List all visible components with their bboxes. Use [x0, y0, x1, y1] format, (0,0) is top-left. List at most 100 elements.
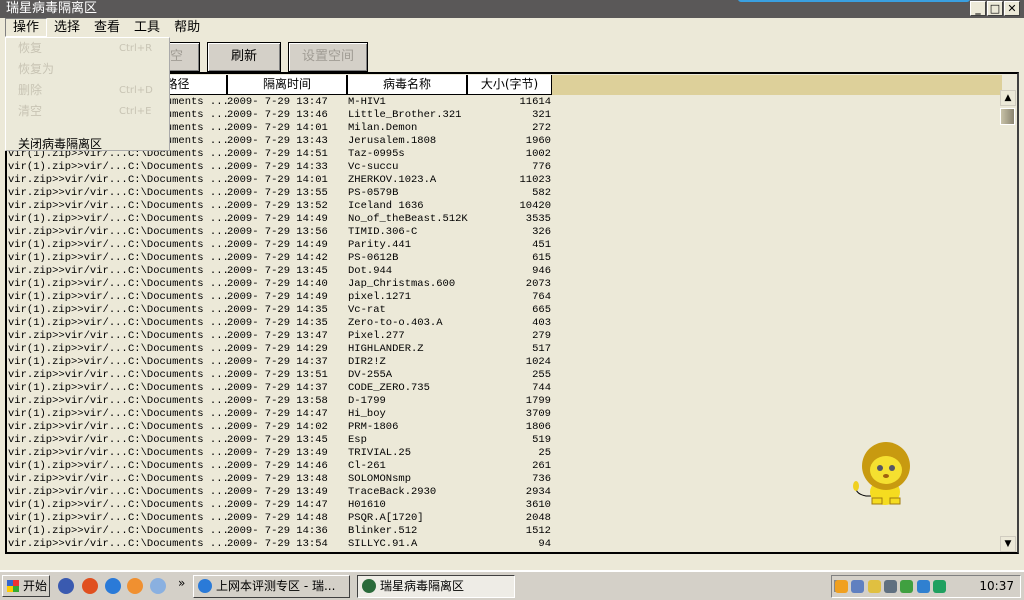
menu-operate[interactable]: 操作 — [5, 18, 48, 37]
table-row[interactable]: vir(1).zip>>vir/... C:\Documents ... 2009-… — [7, 252, 1002, 265]
cell-time: 2009- 7-29 14:51 — [227, 148, 328, 160]
volume-icon[interactable] — [851, 580, 864, 593]
cell-time: 2009- 7-29 13:51 — [227, 369, 328, 381]
vertical-scrollbar[interactable]: ▲ ▼ — [999, 90, 1017, 552]
cell-time: 2009- 7-29 13:45 — [227, 265, 328, 277]
cell-path: C:\Documents ... — [128, 291, 229, 303]
table-row[interactable]: vir(1).zip>>vir/... C:\Documents ... 2009-… — [7, 408, 1002, 421]
tray-icon[interactable] — [900, 580, 913, 593]
scroll-down-button[interactable]: ▼ — [1000, 536, 1016, 552]
qq-icon[interactable] — [127, 578, 143, 594]
start-button[interactable]: 开始 — [2, 575, 50, 597]
menu-item-delete[interactable]: 删除 Ctrl+D — [6, 80, 169, 101]
menu-view[interactable]: 查看 — [87, 18, 127, 37]
table-row[interactable]: vir(1).zip>>vir/... C:\Documents ... 2009-… — [7, 317, 1002, 330]
quick-launch-chevron[interactable]: » — [178, 576, 185, 590]
cell-file: vir(1).zip>>vir/... — [8, 525, 128, 537]
cell-file: vir(1).zip>>vir/... — [8, 291, 128, 303]
refresh-button[interactable]: 刷新 — [207, 42, 281, 72]
cell-size: 615 — [532, 252, 551, 264]
close-button[interactable]: ✕ — [1004, 1, 1020, 16]
cell-virus-name: PRM-1806 — [348, 421, 399, 433]
menu-item-close-quarantine[interactable]: 关闭病毒隔离区 — [6, 130, 169, 158]
cell-time: 2009- 7-29 13:58 — [227, 395, 328, 407]
table-row[interactable]: vir(1).zip>>vir/... C:\Documents ... 2009-… — [7, 278, 1002, 291]
shortcut: Ctrl+D — [119, 85, 153, 96]
cell-file: vir.zip>>vir/vir... — [8, 187, 128, 199]
cell-time: 2009- 7-29 13:47 — [227, 96, 328, 108]
menu-select[interactable]: 选择 — [47, 18, 87, 37]
table-row[interactable]: vir.zip>>vir/vir... C:\Documents ... 2009-… — [7, 200, 1002, 213]
cell-time: 2009- 7-29 14:47 — [227, 499, 328, 511]
task-quarantine[interactable]: 瑞星病毒隔离区 — [357, 575, 515, 598]
column-header-size[interactable]: 大小(字节) — [467, 75, 552, 95]
task-browser[interactable]: 上网本评测专区 - 瑞... — [193, 575, 350, 598]
scroll-up-button[interactable]: ▲ — [1000, 90, 1016, 106]
cell-virus-name: CODE_ZERO.735 — [348, 382, 430, 394]
menu-tools[interactable]: 工具 — [127, 18, 167, 37]
table-row[interactable]: vir(1).zip>>vir/... C:\Documents ... 2009-… — [7, 512, 1002, 525]
table-row[interactable]: vir.zip>>vir/vir... C:\Documents ... 2009-… — [7, 226, 1002, 239]
task-label: 瑞星病毒隔离区 — [380, 579, 465, 593]
table-row[interactable]: vir(1).zip>>vir/... C:\Documents ... 2009-… — [7, 343, 1002, 356]
menu-help[interactable]: 帮助 — [167, 18, 207, 37]
menu-item-restore-as[interactable]: 恢复为 — [6, 59, 169, 80]
cell-path: C:\Documents ... — [128, 473, 229, 485]
cell-size: 517 — [532, 343, 551, 355]
cell-size: 764 — [532, 291, 551, 303]
cell-file: vir.zip>>vir/vir... — [8, 434, 128, 446]
cell-size: 94 — [538, 538, 551, 550]
qq-tray-icon[interactable] — [835, 580, 848, 593]
table-row[interactable]: vir(1).zip>>vir/... C:\Documents ... 2009-… — [7, 239, 1002, 252]
internet-explorer-icon — [198, 579, 212, 593]
table-row[interactable]: vir(1).zip>>vir/... C:\Documents ... 2009-… — [7, 213, 1002, 226]
cell-path: C:\Documents ... — [128, 174, 229, 186]
table-row[interactable]: vir(1).zip>>vir/... C:\Documents ... 2009-… — [7, 304, 1002, 317]
cell-size: 11614 — [519, 96, 551, 108]
internet-explorer-icon[interactable] — [105, 578, 121, 594]
table-row[interactable]: vir.zip>>vir/vir... C:\Documents ... 2009-… — [7, 174, 1002, 187]
qq-music-icon[interactable] — [82, 578, 98, 594]
table-row[interactable]: vir(1).zip>>vir/... C:\Documents ... 2009-… — [7, 382, 1002, 395]
menu-item-restore[interactable]: 恢复 Ctrl+R — [6, 38, 169, 59]
scroll-thumb[interactable] — [1000, 108, 1015, 125]
tray-icon[interactable] — [917, 580, 930, 593]
table-row[interactable]: vir(1).zip>>vir/... C:\Documents ... 2009-… — [7, 525, 1002, 538]
set-space-button[interactable]: 设置空间 — [288, 42, 368, 72]
table-row[interactable]: vir.zip>>vir/vir... C:\Documents ... 2009-… — [7, 395, 1002, 408]
clock[interactable]: 10:37 — [979, 576, 1014, 597]
menu-item-clear[interactable]: 清空 Ctrl+E — [6, 101, 169, 122]
cell-path: C:\Documents ... — [128, 187, 229, 199]
cell-time: 2009- 7-29 14:42 — [227, 252, 328, 264]
cell-path: C:\Documents ... — [128, 343, 229, 355]
table-row[interactable]: vir(1).zip>>vir/... C:\Documents ... 2009-… — [7, 291, 1002, 304]
cell-virus-name: M-HIV1 — [348, 96, 386, 108]
cell-virus-name: Jap_Christmas.600 — [348, 278, 456, 290]
maximize-button[interactable]: □ — [987, 1, 1003, 16]
cell-virus-name: TraceBack.2930 — [348, 486, 437, 498]
cell-size: 326 — [532, 226, 551, 238]
umbrella-icon[interactable] — [933, 580, 946, 593]
media-player-icon[interactable] — [58, 578, 74, 594]
table-row[interactable]: vir.zip>>vir/vir... C:\Documents ... 2009-… — [7, 330, 1002, 343]
cell-virus-name: PSQR.A[1720] — [348, 512, 424, 524]
minimize-button[interactable]: _ — [970, 1, 986, 16]
column-header-time[interactable]: 隔离时间 — [227, 75, 347, 95]
cell-size: 1799 — [525, 395, 551, 407]
shield-icon[interactable] — [150, 578, 166, 594]
tray-icon[interactable] — [868, 580, 881, 593]
cell-size: 1960 — [525, 135, 551, 147]
cell-time: 2009- 7-29 14:46 — [227, 460, 328, 472]
table-row[interactable]: vir.zip>>vir/vir... C:\Documents ... 2009-… — [7, 265, 1002, 278]
tray-icon[interactable] — [884, 580, 897, 593]
table-row[interactable]: vir.zip>>vir/vir... C:\Documents ... 2009-… — [7, 421, 1002, 434]
label: 删除 — [18, 83, 43, 97]
table-row[interactable]: vir.zip>>vir/vir... C:\Documents ... 2009-… — [7, 369, 1002, 382]
table-row[interactable]: vir.zip>>vir/vir... C:\Documents ... 2009-… — [7, 187, 1002, 200]
table-row[interactable]: vir(1).zip>>vir/... C:\Documents ... 2009-… — [7, 356, 1002, 369]
table-row[interactable]: vir(1).zip>>vir/... C:\Documents ... 2009-… — [7, 161, 1002, 174]
cell-virus-name: HIGHLANDER.Z — [348, 343, 424, 355]
table-row[interactable]: vir.zip>>vir/vir... C:\Documents ... 2009-… — [7, 538, 1002, 551]
column-header-virus-name[interactable]: 病毒名称 — [347, 75, 467, 95]
cell-size: 10420 — [519, 200, 551, 212]
